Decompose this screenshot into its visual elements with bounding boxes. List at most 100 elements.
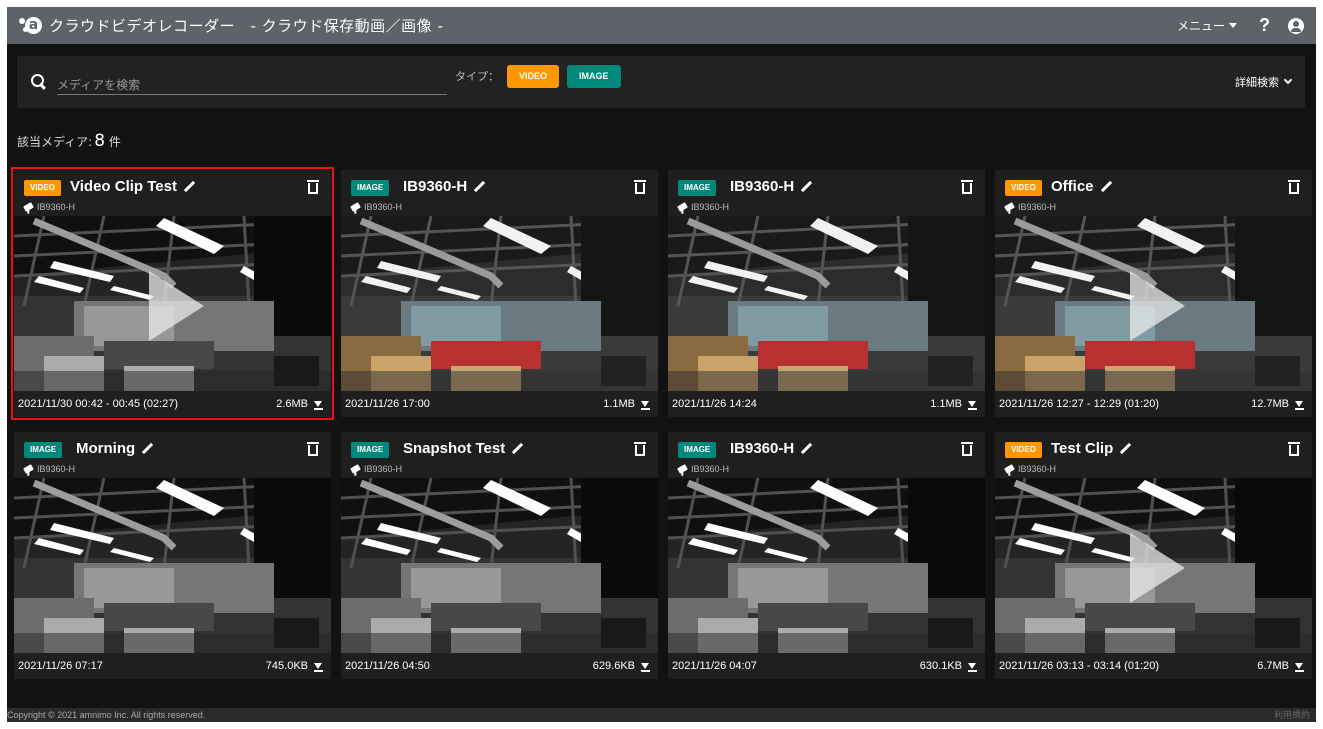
trash-icon[interactable] [307, 180, 319, 194]
trash-icon[interactable] [961, 180, 973, 194]
file-size: 630.1KB [919, 660, 962, 672]
camera-name: IB9360-H [350, 202, 402, 212]
help-icon[interactable]: ? [1259, 15, 1270, 36]
filter-chip-video[interactable]: VIDEO [507, 64, 560, 88]
media-thumbnail[interactable] [995, 478, 1312, 653]
pencil-icon[interactable] [1100, 181, 1112, 193]
card-header: VIDEO Test Clip IB9360-H [995, 432, 1312, 478]
camera-name-text: IB9360-H [37, 202, 76, 212]
menu-label: メニュー [1176, 19, 1225, 33]
camera-icon [350, 202, 361, 212]
media-card[interactable]: IMAGE Snapshot Test IB9360-H 2021/11/26 … [341, 432, 658, 679]
card-footer: 2021/11/26 04:50 629.6KB [341, 653, 658, 679]
menu-button[interactable]: メニュー [1177, 17, 1237, 34]
download-icon[interactable] [1295, 399, 1304, 410]
camera-name-text: IB9360-H [1018, 202, 1057, 212]
media-type-badge: IMAGE [24, 442, 63, 458]
download-icon[interactable] [314, 661, 323, 672]
advanced-search-button[interactable]: 詳細検索 [1235, 74, 1293, 90]
media-card[interactable]: IMAGE Morning IB9360-H 2021/11/26 07:17 … [14, 432, 331, 679]
card-header: VIDEO Office IB9360-H [995, 170, 1312, 216]
card-title[interactable]: IB9360-H [403, 178, 485, 195]
media-card[interactable]: IMAGE IB9360-H IB9360-H [668, 170, 985, 417]
pencil-icon[interactable] [473, 181, 485, 193]
pencil-icon[interactable] [511, 443, 523, 455]
footer: Copyright © 2021 amnimo Inc. All rights … [7, 708, 1316, 722]
card-header: VIDEO Video Clip Test IB9360-H [14, 170, 331, 216]
trash-icon[interactable] [1288, 180, 1300, 194]
camera-name: IB9360-H [350, 464, 403, 474]
camera-name-text: IB9360-H [691, 464, 730, 474]
camera-name: IB9360-H [23, 464, 75, 474]
media-card[interactable]: VIDEO Video Clip Test IB9360-H 2021/11/3… [11, 167, 334, 420]
terms-link[interactable]: 利用規約 [1274, 708, 1310, 722]
camera-icon [23, 202, 34, 212]
card-footer: 2021/11/26 17:00 1.1MB [341, 391, 658, 417]
card-header: IMAGE IB9360-H IB9360-H [668, 432, 985, 478]
card-title[interactable]: Test Clip [1051, 440, 1131, 457]
camera-name-text: IB9360-H [691, 202, 730, 212]
file-size: 745.0KB [265, 660, 308, 672]
camera-name: IB9360-H [23, 202, 76, 212]
download-icon[interactable] [968, 661, 977, 672]
download-icon[interactable] [968, 399, 977, 410]
media-thumbnail[interactable] [14, 478, 331, 653]
trash-icon[interactable] [1288, 442, 1300, 456]
pencil-icon[interactable] [141, 443, 153, 455]
media-thumbnail[interactable] [668, 216, 985, 391]
card-title-text: IB9360-H [403, 178, 468, 195]
download-icon[interactable] [314, 399, 323, 410]
account-icon[interactable] [1288, 17, 1304, 34]
file-size: 2.6MB [276, 398, 308, 410]
trash-icon[interactable] [634, 442, 646, 456]
download-icon[interactable] [1295, 661, 1304, 672]
trash-icon[interactable] [634, 180, 646, 194]
filter-chip-image[interactable]: IMAGE [567, 64, 621, 88]
search-input[interactable] [57, 69, 447, 95]
card-title[interactable]: Office [1051, 178, 1112, 195]
media-type-badge: IMAGE [351, 442, 390, 458]
card-title[interactable]: IB9360-H [730, 440, 812, 457]
card-footer: 2021/11/30 00:42 - 00:45 (02:27) 2.6MB [14, 391, 331, 417]
result-count: 該当メディア: 8 件 [17, 131, 121, 151]
camera-icon [350, 464, 361, 474]
media-thumbnail[interactable] [14, 216, 331, 391]
download-icon[interactable] [641, 661, 650, 672]
media-card[interactable]: IMAGE IB9360-H IB9360-H [668, 432, 985, 679]
download-icon[interactable] [641, 399, 650, 410]
card-title[interactable]: Snapshot Test [403, 440, 523, 457]
media-card[interactable]: IMAGE IB9360-H IB9360-H [341, 170, 658, 417]
media-thumbnail[interactable] [668, 478, 985, 653]
card-title-text: IB9360-H [730, 440, 795, 457]
card-header: IMAGE Morning IB9360-H [14, 432, 331, 478]
card-title[interactable]: IB9360-H [730, 178, 812, 195]
camera-name: IB9360-H [677, 202, 730, 212]
pencil-icon[interactable] [1119, 443, 1131, 455]
camera-name: IB9360-H [677, 464, 730, 474]
card-footer: 2021/11/26 04:07 630.1KB [668, 653, 985, 679]
pencil-icon[interactable] [800, 443, 812, 455]
pencil-icon[interactable] [183, 181, 195, 193]
trash-icon[interactable] [307, 442, 319, 456]
media-thumbnail[interactable] [341, 216, 658, 391]
camera-name: IB9360-H [1004, 202, 1057, 212]
camera-icon [677, 464, 688, 474]
media-card[interactable]: VIDEO Test Clip IB9360-H 2021/11/26 03:1… [995, 432, 1312, 679]
play-icon[interactable] [1130, 271, 1185, 341]
app-title: クラウドビデオレコーダー - クラウド保存動画／画像 - [49, 17, 444, 35]
play-icon[interactable] [1130, 533, 1185, 603]
advanced-search-label: 詳細検索 [1235, 76, 1279, 89]
camera-icon [1004, 202, 1015, 212]
media-datetime: 2021/11/26 07:17 [18, 660, 103, 672]
media-thumbnail[interactable] [341, 478, 658, 653]
amnimo-logo-icon[interactable]: a [19, 15, 42, 37]
file-size: 6.7MB [1257, 660, 1289, 672]
play-icon[interactable] [149, 271, 204, 341]
card-title[interactable]: Morning [76, 440, 153, 457]
media-card[interactable]: VIDEO Office IB9360-H 2021/11/26 12:27 -… [995, 170, 1312, 417]
pencil-icon[interactable] [800, 181, 812, 193]
camera-name-text: IB9360-H [364, 464, 403, 474]
trash-icon[interactable] [961, 442, 973, 456]
media-thumbnail[interactable] [995, 216, 1312, 391]
card-title[interactable]: Video Clip Test [70, 178, 195, 195]
